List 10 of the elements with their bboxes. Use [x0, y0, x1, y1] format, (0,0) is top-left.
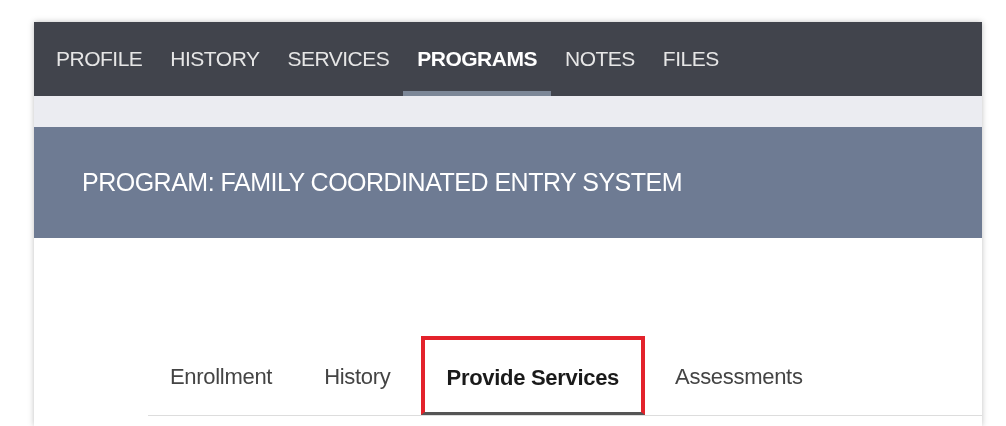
program-title: PROGRAM: FAMILY COORDINATED ENTRY SYSTEM [82, 166, 682, 198]
nav-tab[interactable]: NOTES [550, 22, 649, 96]
nav-tab[interactable]: PROFILE [42, 22, 157, 96]
nav-tab[interactable]: SERVICES [273, 22, 404, 96]
nav-tab[interactable]: HISTORY [156, 22, 274, 96]
program-tab[interactable]: Assessments [653, 336, 825, 415]
program-tab[interactable]: Provide Services [420, 336, 646, 415]
program-tab[interactable]: History [302, 336, 413, 415]
nav-tab[interactable]: FILES [648, 22, 733, 96]
program-tab[interactable]: Enrollment [148, 336, 295, 415]
